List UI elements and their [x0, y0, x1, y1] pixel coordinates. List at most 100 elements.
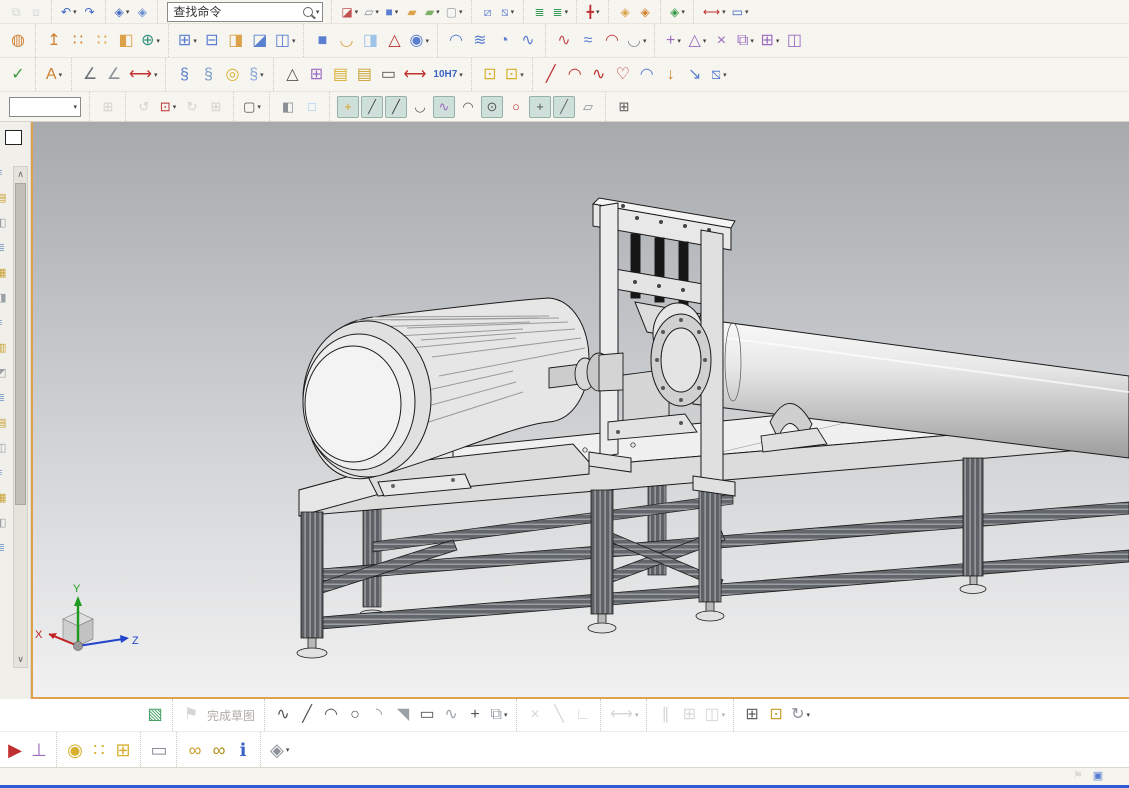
ruled-surface-button[interactable]: ◠: [445, 30, 467, 52]
sidebar-scrollbar[interactable]: ∧ ∨: [13, 166, 28, 668]
cone-button[interactable]: △: [383, 30, 405, 52]
subtract-button[interactable]: ⊟: [201, 30, 223, 52]
examine-geometry-button[interactable]: ✓: [7, 64, 29, 86]
dropdown-caret-icon[interactable]: ▾: [723, 71, 727, 79]
snapshot-button[interactable]: ◈ ▾: [668, 3, 687, 21]
sketch-circle-button[interactable]: ○: [344, 704, 366, 726]
dropdown-caret-icon[interactable]: ▾: [59, 71, 63, 79]
dropdown-caret-icon[interactable]: ▾: [504, 711, 508, 719]
freeform-button[interactable]: ◠: [601, 30, 623, 52]
sketch-task-button[interactable]: ▧: [144, 704, 166, 726]
undo-button[interactable]: ↶ ▾: [59, 3, 79, 21]
snap-center-toggle[interactable]: ⊙: [481, 95, 503, 118]
selection-filter-button[interactable]: ⊡ ▾: [157, 96, 179, 118]
dropdown-caret-icon[interactable]: ▾: [459, 8, 463, 16]
dropdown-caret-icon[interactable]: ▾: [395, 8, 399, 16]
dropdown-caret-icon[interactable]: ▾: [193, 37, 197, 45]
dropdown-caret-icon[interactable]: ▾: [643, 37, 647, 45]
sketch-point-button[interactable]: +: [464, 704, 486, 726]
snap-intersection-toggle[interactable]: +: [529, 95, 551, 118]
snap-point-on-line-toggle[interactable]: ╱: [553, 95, 575, 118]
block-button[interactable]: ■: [311, 30, 333, 52]
dropdown-caret-icon[interactable]: ▾: [260, 71, 264, 79]
top-view-tool-button[interactable]: ◧: [277, 96, 299, 118]
wave-link-button[interactable]: ∞: [184, 739, 206, 761]
offset-face-button[interactable]: △ ▾: [686, 30, 708, 52]
unite-button[interactable]: ⊞ ▾: [176, 30, 199, 52]
chamfer-block-button[interactable]: ◨: [359, 30, 381, 52]
sketch-fillet-button[interactable]: ◝: [368, 704, 390, 726]
window-list-button[interactable]: ≣: [531, 3, 549, 21]
electric-motor[interactable]: [302, 297, 590, 497]
edit-section-button[interactable]: ⧅ ▾: [499, 3, 517, 21]
dropdown-caret-icon[interactable]: ▾: [126, 8, 130, 16]
component-group-button[interactable]: ∷: [88, 739, 110, 761]
fit-tolerance-button[interactable]: 10H7 ▾: [430, 64, 464, 86]
copy-face-button[interactable]: ⧉ ▾: [734, 30, 756, 52]
measure-button[interactable]: ⟷ ▾: [701, 3, 728, 21]
shaded-display-button[interactable]: ■ ▾: [383, 3, 401, 21]
extrude-button[interactable]: ↥: [43, 30, 65, 52]
feature-brush-button[interactable]: ⟷: [401, 64, 428, 86]
dropdown-caret-icon[interactable]: ▾: [635, 711, 639, 719]
dropdown-caret-icon[interactable]: ▾: [565, 8, 569, 16]
dropdown-caret-icon[interactable]: ▾: [292, 37, 296, 45]
selection-scope-combo[interactable]: ▾: [9, 96, 81, 117]
dropdown-caret-icon[interactable]: ▾: [511, 8, 515, 16]
sketch-chamfer-button[interactable]: ◥: [392, 704, 414, 726]
surface-patch-button[interactable]: ◔: [493, 30, 515, 52]
curve-surface-button[interactable]: ≈: [577, 30, 599, 52]
tolerance-table-button[interactable]: ⊞: [305, 64, 327, 86]
crossed-spring-button[interactable]: § ▾: [245, 64, 267, 86]
dropdown-caret-icon[interactable]: ▾: [173, 103, 177, 111]
intersection-curve-button[interactable]: ⧅ ▾: [708, 64, 730, 86]
measure-link-button[interactable]: ∞: [208, 739, 230, 761]
dropdown-caret-icon[interactable]: ▾: [425, 37, 429, 45]
scroll-down-icon[interactable]: ∨: [14, 652, 27, 666]
assembly-arrow-button[interactable]: ▶: [4, 739, 26, 761]
lock-all-button[interactable]: ⊡ ▾: [503, 64, 526, 86]
fit-view-button[interactable]: ▣: [1089, 769, 1107, 784]
dropdown-caret-icon[interactable]: ▾: [681, 8, 685, 16]
draft-body-button[interactable]: ∠: [103, 64, 125, 86]
draft-analysis-button[interactable]: ∠: [79, 64, 101, 86]
dropdown-caret-icon[interactable]: ▾: [316, 8, 320, 16]
sketch-rectangle-button[interactable]: ▭: [416, 704, 438, 726]
dropdown-caret-icon[interactable]: ▾: [156, 37, 160, 45]
layer-list-button[interactable]: ≣ ▾: [551, 3, 571, 21]
coil-spring-button[interactable]: §: [173, 64, 195, 86]
scrollbar-thumb[interactable]: [15, 183, 26, 505]
command-finder-search[interactable]: ▾: [167, 1, 324, 22]
resize-face-button[interactable]: ◫: [783, 30, 805, 52]
command-finder-input[interactable]: [171, 3, 303, 20]
sketch-line-button[interactable]: ╱: [296, 704, 318, 726]
datum-plane-button[interactable]: ▰: [403, 3, 421, 21]
dropdown-caret-icon[interactable]: ▾: [520, 71, 524, 79]
triangle-symbol-button[interactable]: △: [281, 64, 303, 86]
profile-button[interactable]: ∿: [272, 704, 294, 726]
snap-midpoint-toggle[interactable]: ╱: [385, 95, 407, 118]
pattern-face-button[interactable]: ⊞ ▾: [758, 30, 781, 52]
background-button[interactable]: ▢ ▾: [444, 3, 465, 21]
snap-point-toggle[interactable]: +: [337, 95, 359, 118]
viewport-3d-scene[interactable]: X Y Z: [33, 122, 1129, 697]
dropdown-caret-icon[interactable]: ▾: [257, 103, 261, 111]
deviation-gauge-button[interactable]: ⟷ ▾: [127, 64, 159, 86]
pattern-feature-button[interactable]: ∷: [67, 30, 89, 52]
note-button[interactable]: ▭: [377, 64, 399, 86]
dropdown-caret-icon[interactable]: ▾: [73, 8, 77, 16]
repeat-command-button[interactable]: ◈ ▾: [113, 3, 132, 21]
trim-body-button[interactable]: ◪: [249, 30, 271, 52]
dropdown-caret-icon[interactable]: ▾: [436, 8, 440, 16]
scroll-up-icon[interactable]: ∧: [14, 167, 27, 181]
dropdown-caret-icon[interactable]: ▾: [745, 8, 749, 16]
pattern-component-button[interactable]: ⊞: [112, 739, 134, 761]
dropdown-caret-icon[interactable]: ▾: [286, 746, 290, 754]
snap-pole-toggle[interactable]: ∿: [433, 95, 455, 118]
snap-quadrant-toggle[interactable]: ○: [505, 96, 527, 118]
snap-face-toggle[interactable]: ▱: [577, 96, 599, 118]
datum-display-button[interactable]: ▰ ▾: [423, 3, 442, 21]
sketch-arc-button[interactable]: ◠: [320, 704, 342, 726]
group-folder-button[interactable]: ▤: [353, 64, 375, 86]
dropdown-caret-icon[interactable]: ▾: [375, 8, 379, 16]
